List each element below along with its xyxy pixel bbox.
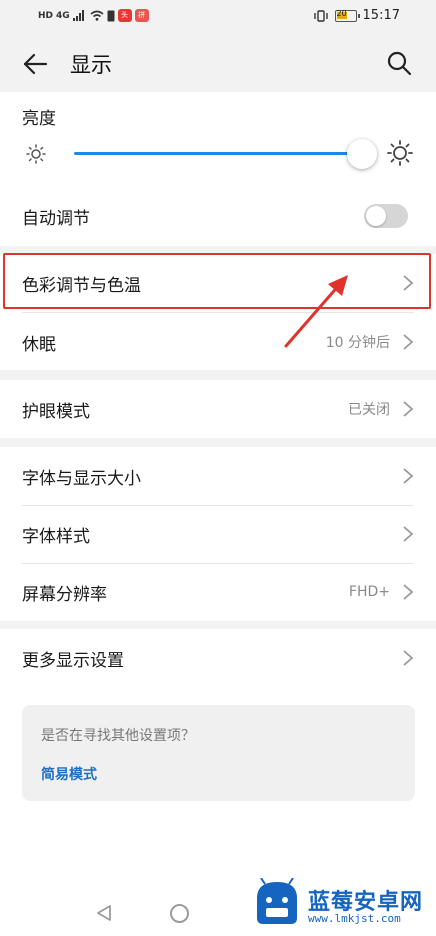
app-header: 显示 [0, 34, 436, 92]
sleep-label: 休眠 [22, 334, 56, 355]
chevron-right-icon [403, 275, 414, 291]
font-style-label: 字体样式 [22, 526, 90, 547]
search-icon[interactable] [386, 50, 412, 76]
status-bar: HD 4G 头 拼 20 15:17 [0, 0, 436, 34]
brightness-high-icon [387, 140, 413, 166]
chevron-right-icon [403, 401, 414, 417]
auto-adjust-row[interactable]: 自动调节 [0, 187, 436, 245]
brightness-label: 亮度 [22, 109, 56, 129]
suggestion-question: 是否在寻找其他设置项？ [41, 728, 195, 744]
status-right: 20 15:17 [313, 8, 400, 23]
chevron-right-icon [403, 650, 414, 666]
auto-adjust-label: 自动调节 [22, 208, 90, 229]
vibrate-icon [313, 9, 328, 22]
font-size-label: 字体与显示大小 [22, 468, 141, 489]
eye-comfort-label: 护眼模式 [22, 401, 90, 422]
signal-icon [72, 10, 84, 21]
watermark-logo-icon [257, 878, 297, 924]
suggestion-box: 是否在寻找其他设置项？ 简易模式 [22, 705, 415, 801]
simple-mode-link[interactable]: 简易模式 [41, 764, 97, 784]
chevron-right-icon [403, 584, 414, 600]
page-title: 显示 [70, 53, 112, 77]
nav-back-icon[interactable] [95, 904, 113, 922]
color-temp-row[interactable]: 色彩调节与色温 [0, 254, 436, 312]
sim-icon [107, 10, 115, 21]
eye-comfort-value: 已关闭 [348, 402, 390, 418]
color-temp-label: 色彩调节与色温 [22, 275, 141, 296]
app-notification-icon: 头 [117, 9, 132, 22]
more-settings-label: 更多显示设置 [22, 650, 124, 671]
hd-indicator: HD [38, 10, 54, 21]
clock: 15:17 [362, 8, 400, 23]
network-indicator: 4G [56, 10, 70, 21]
app-notification-icon: 拼 [134, 9, 149, 22]
resolution-label: 屏幕分辨率 [22, 584, 107, 605]
chevron-right-icon [403, 526, 414, 542]
more-settings-row[interactable]: 更多显示设置 [0, 629, 436, 687]
font-style-row[interactable]: 字体样式 [0, 505, 436, 563]
resolution-row[interactable]: 屏幕分辨率 FHD+ [0, 563, 436, 621]
brightness-slider-thumb[interactable] [347, 139, 377, 169]
brightness-slider-track[interactable] [74, 152, 362, 155]
wifi-icon [90, 10, 104, 21]
font-size-row[interactable]: 字体与显示大小 [0, 447, 436, 505]
eye-comfort-row[interactable]: 护眼模式 已关闭 [0, 380, 436, 438]
resolution-value: FHD+ [348, 584, 390, 600]
sleep-row[interactable]: 休眠 10 分钟后 [0, 313, 436, 371]
auto-adjust-toggle[interactable] [364, 204, 408, 228]
watermark-url: www.lmkjst.com [308, 912, 401, 925]
battery-level: 20 [336, 8, 347, 18]
annotation-arrow-icon [284, 275, 348, 348]
nav-home-icon[interactable] [170, 904, 189, 923]
chevron-right-icon [403, 334, 414, 350]
arrow-left-icon[interactable] [22, 51, 48, 77]
status-left: HD 4G 头 拼 [38, 9, 149, 22]
battery-icon: 20 [334, 8, 360, 22]
brightness-low-icon [26, 144, 46, 164]
chevron-right-icon [403, 468, 414, 484]
